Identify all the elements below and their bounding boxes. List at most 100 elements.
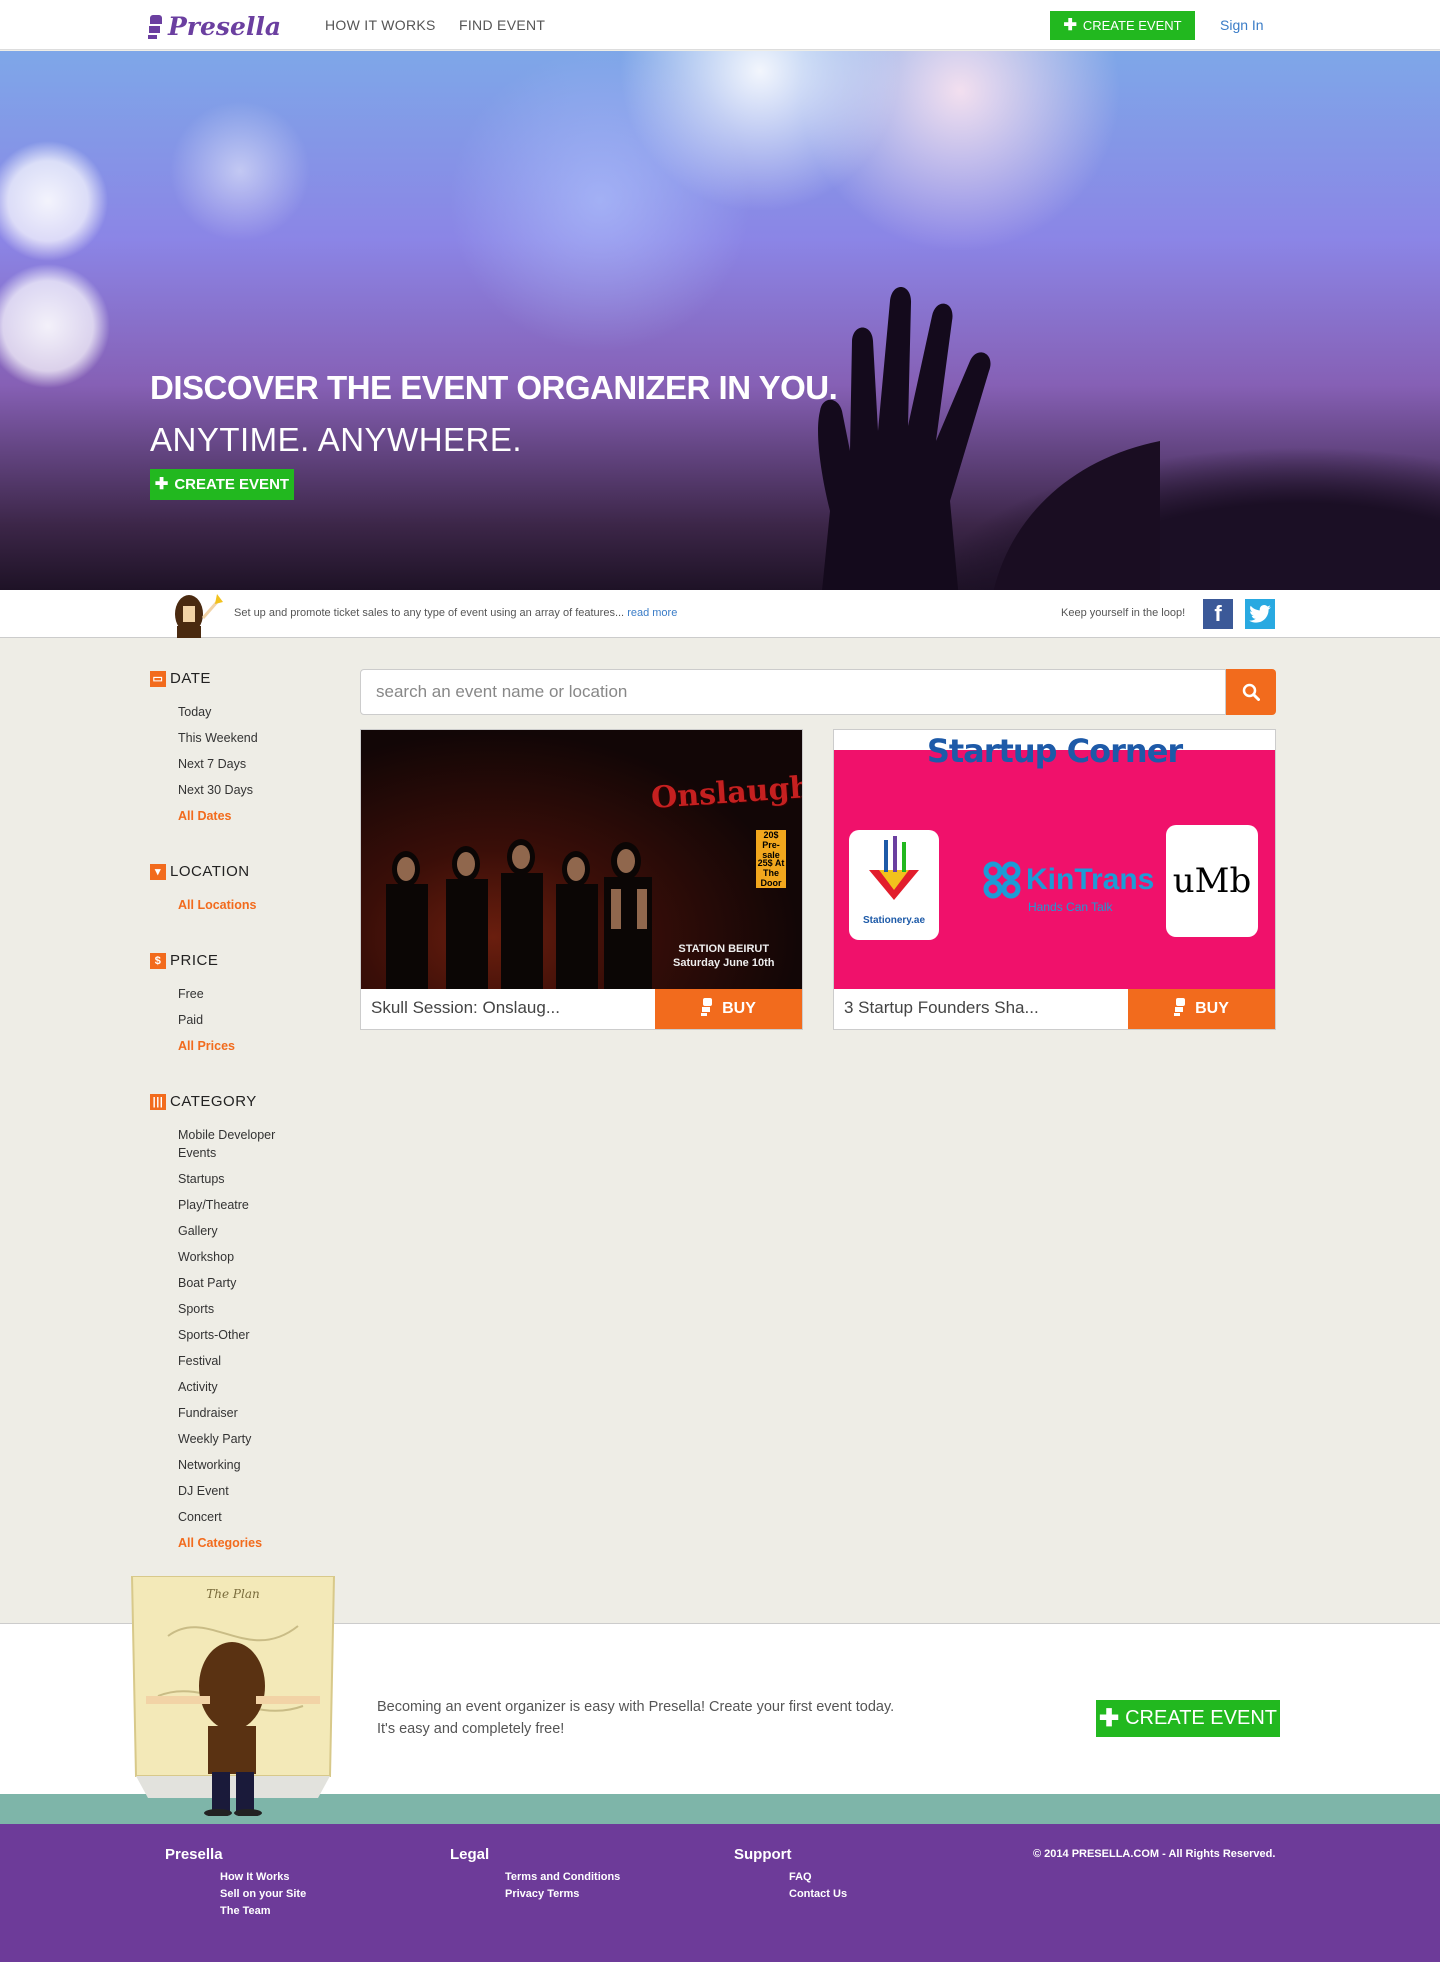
footer-col-title: Support	[734, 1846, 792, 1863]
stationery-logo: Stationery.ae	[849, 830, 939, 940]
category-filter-heading: ||| CATEGORY	[150, 1093, 350, 1110]
date-option-all[interactable]: All Dates	[178, 803, 350, 829]
create-event-label: CREATE EVENT	[1082, 18, 1182, 33]
poster-presale: 20$ Pre-sale	[756, 830, 786, 860]
site-footer: Presella How It Works Sell on your Site …	[0, 1824, 1440, 1962]
hero-banner: DISCOVER THE EVENT ORGANIZER IN YOU. ANY…	[0, 51, 1440, 590]
footer-link[interactable]: How It Works	[220, 1869, 306, 1886]
buy-label: BUY	[1195, 1000, 1229, 1017]
create-event-button-header[interactable]: ✚ CREATE EVENT	[1050, 11, 1195, 40]
read-more-link[interactable]: read more	[627, 607, 677, 619]
hero-subtitle: ANYTIME. ANYWHERE.	[150, 421, 523, 458]
category-option[interactable]: Festival	[178, 1348, 350, 1374]
footer-col-support: Support FAQ Contact Us	[734, 1846, 847, 1903]
ticket-icon	[701, 997, 713, 1021]
category-options: Mobile Developer Events Startups Play/Th…	[178, 1122, 350, 1556]
price-filter-title: PRICE	[170, 952, 219, 969]
footer-link[interactable]: Sell on your Site	[220, 1886, 306, 1903]
category-option[interactable]: DJ Event	[178, 1478, 350, 1504]
category-filter-title: CATEGORY	[170, 1093, 257, 1110]
date-option-30-days[interactable]: Next 30 Days	[178, 777, 350, 803]
umb-logo: uMb	[1166, 825, 1258, 937]
price-option-all[interactable]: All Prices	[178, 1033, 350, 1059]
price-options: Free Paid All Prices	[178, 981, 350, 1059]
category-option[interactable]: Startups	[178, 1166, 350, 1192]
poster-date: Saturday June 10th	[673, 957, 775, 969]
stationery-name: Stationery.ae	[862, 915, 926, 926]
nav-find-event[interactable]: FIND EVENT	[459, 17, 545, 33]
strip-description: Set up and promote ticket sales to any t…	[234, 607, 677, 619]
info-strip: Set up and promote ticket sales to any t…	[0, 590, 1440, 638]
footer-col-title: Legal	[450, 1846, 490, 1863]
price-filter-heading: $ PRICE	[150, 952, 350, 969]
filter-sidebar: ▭ DATE Today This Weekend Next 7 Days Ne…	[150, 670, 350, 1590]
category-option[interactable]: Activity	[178, 1374, 350, 1400]
category-option[interactable]: Weekly Party	[178, 1426, 350, 1452]
footer-link[interactable]: FAQ	[789, 1869, 847, 1886]
footer-link[interactable]: Privacy Terms	[505, 1886, 620, 1903]
poster-venue: STATION BEIRUT Saturday June 10th	[673, 942, 774, 970]
buy-button[interactable]: BUY	[655, 989, 802, 1029]
strip-text: Set up and promote ticket sales to any t…	[234, 607, 625, 619]
search-input[interactable]: search an event name or location	[360, 669, 1226, 715]
location-filter: ▾ LOCATION All Locations	[150, 863, 350, 918]
category-filter: ||| CATEGORY Mobile Developer Events Sta…	[150, 1093, 350, 1556]
facebook-icon[interactable]: f	[1203, 599, 1233, 629]
category-option[interactable]: Networking	[178, 1452, 350, 1478]
create-event-label: CREATE EVENT	[174, 476, 290, 493]
footer-col-legal: Legal Terms and Conditions Privacy Terms	[450, 1846, 620, 1903]
search-button[interactable]	[1226, 669, 1276, 715]
logo-mark-icon	[148, 13, 162, 39]
poster-band-name: Onslaught	[649, 768, 802, 817]
category-icon: |||	[150, 1093, 166, 1110]
band-photo	[386, 839, 652, 989]
category-option[interactable]: Fundraiser	[178, 1400, 350, 1426]
location-filter-title: LOCATION	[170, 863, 250, 880]
nav-how-it-works[interactable]: HOW IT WORKS	[325, 17, 436, 33]
plus-icon: ✚	[1063, 16, 1077, 34]
category-option[interactable]: Sports	[178, 1296, 350, 1322]
price-option-free[interactable]: Free	[178, 981, 350, 1007]
category-option[interactable]: Sports-Other	[178, 1322, 350, 1348]
price-option-paid[interactable]: Paid	[178, 1007, 350, 1033]
category-option[interactable]: Play/Theatre	[178, 1192, 350, 1218]
category-option[interactable]: Gallery	[178, 1218, 350, 1244]
event-poster-image[interactable]: Onslaught 20$ Pre-sale 25$ At The Door S…	[361, 730, 802, 989]
date-option-today[interactable]: Today	[178, 699, 350, 725]
date-option-7-days[interactable]: Next 7 Days	[178, 751, 350, 777]
kintrans-name: KinTrans	[1026, 863, 1155, 896]
event-title[interactable]: 3 Startup Founders Sha...	[844, 998, 1039, 1018]
footer-link[interactable]: The Team	[220, 1903, 306, 1920]
category-option[interactable]: Boat Party	[178, 1270, 350, 1296]
event-card[interactable]: Startup Corner Stationery.ae KinTrans Ha…	[833, 729, 1276, 1030]
create-event-button-footer[interactable]: ✚ CREATE EVENT	[1096, 1700, 1280, 1737]
location-option-all[interactable]: All Locations	[178, 892, 350, 918]
loop-label: Keep yourself in the loop!	[1061, 607, 1186, 619]
category-option[interactable]: Concert	[178, 1504, 350, 1530]
location-icon: ▾	[150, 863, 166, 880]
event-card[interactable]: Onslaught 20$ Pre-sale 25$ At The Door S…	[360, 729, 803, 1030]
footer-link[interactable]: Terms and Conditions	[505, 1869, 620, 1886]
presella-logo[interactable]: Presella	[148, 10, 281, 42]
mascot-with-plan-illustration: The Plan	[130, 1576, 336, 1816]
category-option[interactable]: Mobile Developer Events	[178, 1122, 288, 1166]
date-option-weekend[interactable]: This Weekend	[178, 725, 350, 751]
buy-button[interactable]: BUY	[1128, 989, 1275, 1029]
mascot-icon	[175, 594, 223, 638]
footer-link[interactable]: Contact Us	[789, 1886, 847, 1903]
date-filter-title: DATE	[170, 670, 211, 687]
search-icon	[1242, 683, 1260, 701]
twitter-icon[interactable]	[1245, 599, 1275, 629]
poster-venue-name: STATION BEIRUT	[678, 943, 770, 955]
sign-in-link[interactable]: Sign In	[1220, 17, 1264, 33]
plus-icon: ✚	[154, 475, 169, 493]
event-title[interactable]: Skull Session: Onslaug...	[371, 998, 560, 1018]
category-option[interactable]: Workshop	[178, 1244, 350, 1270]
event-poster-image[interactable]: Startup Corner Stationery.ae KinTrans Ha…	[834, 730, 1275, 989]
cta-text: Becoming an event organizer is easy with…	[377, 1696, 894, 1740]
category-option-all[interactable]: All Categories	[178, 1530, 350, 1556]
poster-heading: Startup Corner	[926, 732, 1183, 770]
price-filter: $ PRICE Free Paid All Prices	[150, 952, 350, 1059]
create-event-button-hero[interactable]: ✚ CREATE EVENT	[150, 469, 294, 500]
date-filter: ▭ DATE Today This Weekend Next 7 Days Ne…	[150, 670, 350, 829]
